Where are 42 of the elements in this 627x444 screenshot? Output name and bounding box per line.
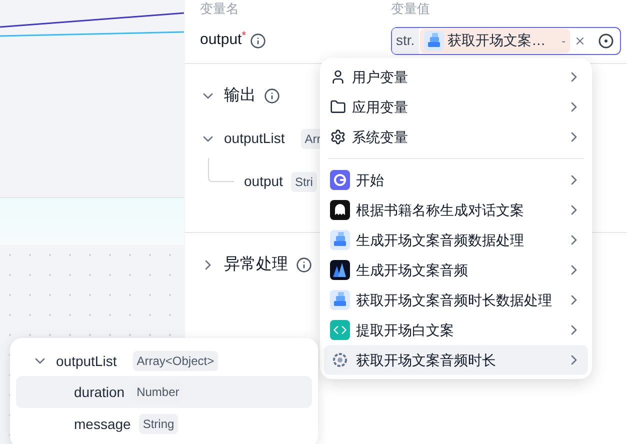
menu-item[interactable]: 生成开场文案音频 [324, 255, 588, 285]
menu-item[interactable]: 根据书籍名称生成对话文案 [324, 195, 588, 225]
info-icon[interactable] [264, 88, 280, 104]
start-node-icon [330, 170, 350, 190]
close-icon[interactable] [574, 34, 586, 46]
menu-item[interactable]: 用户变量 [324, 62, 588, 92]
column-header: 变量值 [391, 1, 430, 18]
section-title: 输出 [224, 86, 256, 106]
user-icon [330, 69, 346, 85]
tree-item[interactable]: duration Number [16, 376, 312, 408]
cube-stack-icon [330, 290, 350, 310]
info-icon[interactable] [250, 32, 266, 48]
cube-stack-icon [330, 230, 350, 250]
info-icon[interactable] [296, 257, 312, 273]
peaks-icon [330, 260, 350, 280]
tree-line [208, 158, 234, 182]
field-name: output [244, 172, 283, 191]
menu-item[interactable]: 提取开场白文案 [324, 315, 588, 345]
variable-name: output$^{*}$ [200, 29, 246, 50]
settings-icon [330, 129, 346, 145]
menu-item[interactable]: 应用变量 [324, 92, 588, 122]
menu-item[interactable]: 系统变量 [324, 122, 588, 152]
folder-icon [330, 99, 346, 115]
type-tag: Stri [290, 172, 317, 192]
target-icon[interactable] [598, 32, 614, 48]
column-header: 变量名 [200, 1, 240, 18]
field-name: outputList [56, 352, 117, 371]
knot-icon [330, 350, 350, 370]
menu-item[interactable]: 开始 [324, 165, 588, 195]
tree-item[interactable]: message String [16, 408, 312, 440]
menu-item[interactable]: 生成开场文案音频数据处理 [324, 225, 588, 255]
ghost-icon [330, 200, 350, 220]
reference-chip: 获取开场文案… - [420, 28, 570, 52]
value-field[interactable]: str. 获取开场文案… - [391, 26, 621, 54]
menu-item[interactable]: 获取开场文案音频时长数据处理 [324, 285, 588, 315]
section-title: 异常处理 [224, 254, 288, 275]
cube-stack-icon [424, 30, 444, 50]
menu-item[interactable]: 获取开场文案音频时长 [324, 345, 588, 375]
type-tag: Array<Object> [132, 351, 218, 371]
type-tag: str. [392, 28, 419, 54]
field-name: outputList [224, 129, 285, 148]
code-icon [330, 320, 350, 340]
